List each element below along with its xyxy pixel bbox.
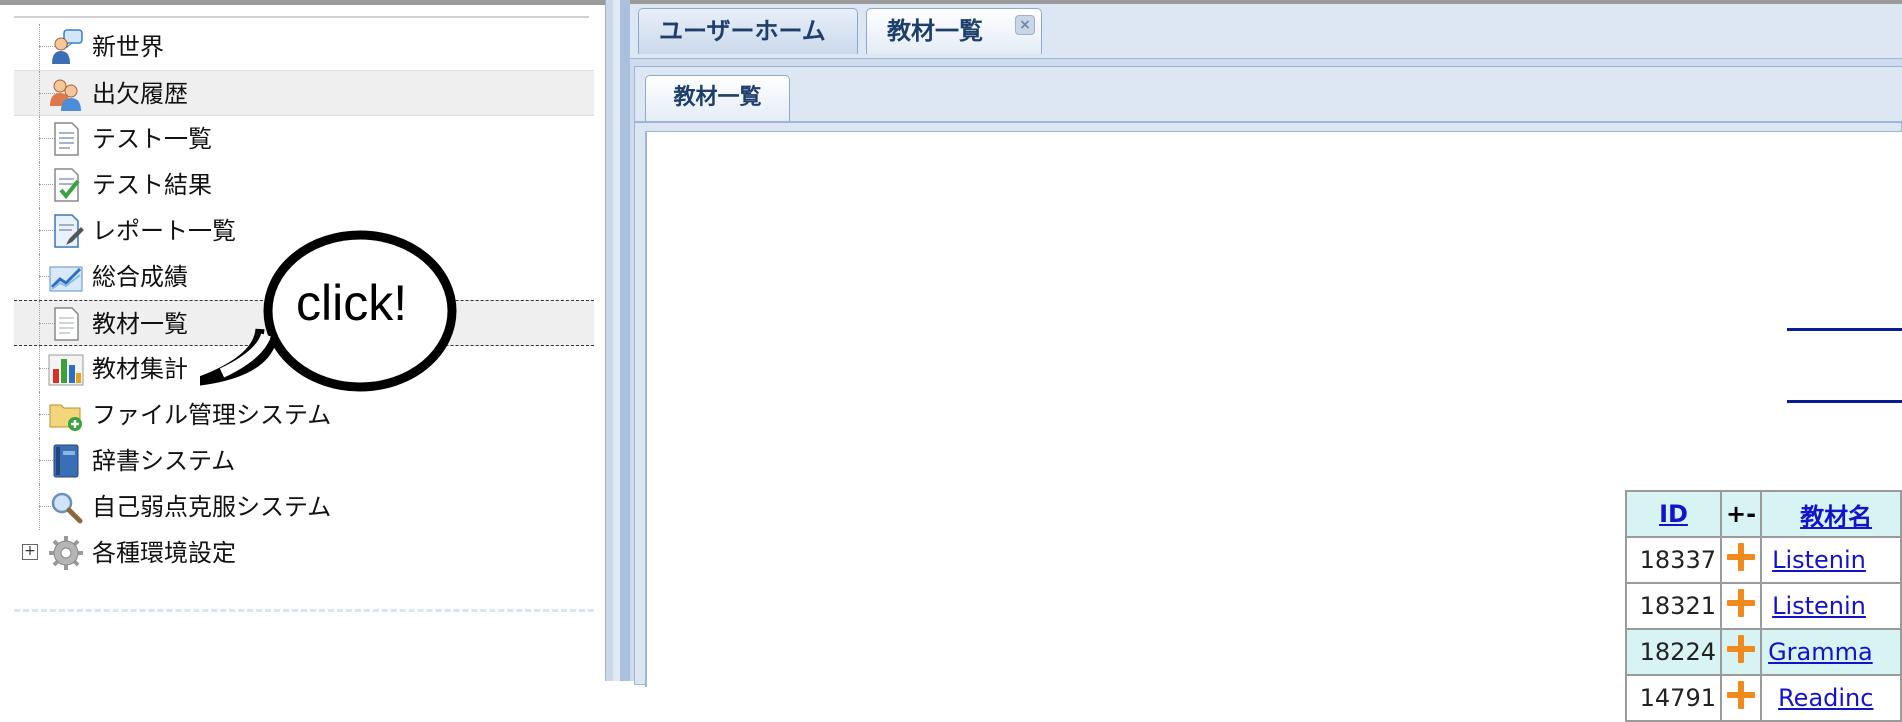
column-header-toggle: +- <box>1719 490 1763 538</box>
tab-label: ユーザーホーム <box>659 17 826 45</box>
table-header-row: ID +- 教材名 <box>1625 490 1902 538</box>
content-divider <box>1787 328 1902 331</box>
table-row: 18224 Gramma <box>1625 628 1902 676</box>
tree-item-label: 総合成績 <box>92 263 188 291</box>
tree-item-label: 新世界 <box>92 33 164 61</box>
tree-item-test-list[interactable]: テスト一覧 <box>14 116 594 162</box>
tree-item-label: 自己弱点克服システム <box>92 493 332 521</box>
panel-splitter-gap <box>613 0 620 681</box>
sort-name-link[interactable]: 教材名 <box>1800 503 1872 531</box>
tab-label: 教材一覧 <box>887 17 983 45</box>
folder-add-icon <box>48 397 84 433</box>
tab-material-list[interactable]: 教材一覧 × <box>866 8 1042 54</box>
column-header-material-name[interactable]: 教材名 <box>1760 490 1902 538</box>
tree-item-label: 辞書システム <box>92 447 236 475</box>
plus-icon[interactable] <box>1719 628 1763 676</box>
tree-connector <box>39 71 40 117</box>
column-header-id[interactable]: ID <box>1625 490 1722 538</box>
tree-connector <box>39 346 40 392</box>
table-row: 18337 Listenin <box>1625 536 1902 584</box>
material-name-link[interactable]: Listenin <box>1772 592 1866 620</box>
material-name-cell[interactable]: Listenin <box>1760 582 1902 630</box>
material-list-panel: 教材一覧 ID +- 教材名 18337 Listenin 18321 List… <box>634 66 1902 722</box>
tree-connector <box>39 392 40 438</box>
inner-tab-material-list[interactable]: 教材一覧 <box>645 75 790 121</box>
material-id: 18321 <box>1625 582 1722 630</box>
tree-connector <box>39 438 40 484</box>
document-icon <box>48 306 84 342</box>
gear-icon <box>48 535 84 571</box>
material-name-cell[interactable]: Readinc <box>1760 674 1902 722</box>
document-list-icon <box>48 121 84 157</box>
magnifier-icon <box>48 489 84 525</box>
plus-icon[interactable] <box>1719 582 1763 630</box>
tree-connector <box>39 484 40 530</box>
tree-connector <box>39 208 40 254</box>
tree-connector <box>39 24 40 70</box>
table-row: 18321 Listenin <box>1625 582 1902 630</box>
material-name-cell[interactable]: Gramma <box>1760 628 1902 676</box>
material-id: 14791 <box>1625 674 1722 722</box>
material-name-link[interactable]: Readinc <box>1778 684 1873 712</box>
tree-top-divider <box>14 16 589 18</box>
callout-text: click! <box>296 275 408 331</box>
user-chat-icon <box>48 29 84 65</box>
inner-tab-bar: 教材一覧 <box>635 67 1902 123</box>
outer-tab-bar: ユーザーホーム 教材一覧 × <box>630 4 1902 59</box>
tree-connector <box>39 301 40 347</box>
tab-label: 教材一覧 <box>673 85 762 110</box>
content-divider <box>1787 400 1902 403</box>
tree-item-attendance-history[interactable]: 出欠履歴 <box>14 70 594 117</box>
tree-item-label: 教材集計 <box>92 355 188 383</box>
plus-icon[interactable] <box>1719 536 1763 584</box>
tree-bottom-divider <box>14 609 594 612</box>
tree-item-test-results[interactable]: テスト結果 <box>14 162 594 208</box>
material-name-link[interactable]: Listenin <box>1772 546 1866 574</box>
tree-connector <box>39 162 40 208</box>
material-table: ID +- 教材名 18337 Listenin 18321 Listenin … <box>1625 490 1902 722</box>
tree-connector <box>39 254 40 300</box>
tree-item-label: 出欠履歴 <box>92 80 188 108</box>
tree-item-self-weakness-system[interactable]: 自己弱点克服システム <box>14 484 594 530</box>
document-check-icon <box>48 167 84 203</box>
tree-item-label: テスト一覧 <box>92 125 212 153</box>
tree-item-label: テスト結果 <box>92 171 212 199</box>
material-name-link[interactable]: Gramma <box>1768 638 1873 666</box>
material-id: 18224 <box>1625 628 1722 676</box>
document-edit-icon <box>48 213 84 249</box>
tree-connector <box>39 116 40 162</box>
plus-icon[interactable] <box>1719 674 1763 722</box>
sort-id-link[interactable]: ID <box>1659 500 1688 528</box>
tab-user-home[interactable]: ユーザーホーム <box>638 8 858 54</box>
bar-chart-icon <box>48 351 84 387</box>
close-icon[interactable]: × <box>1015 15 1035 35</box>
panel-splitter-edge <box>620 0 630 681</box>
tree-item-dictionary-system[interactable]: 辞書システム <box>14 438 594 484</box>
expand-toggle-icon[interactable]: + <box>22 544 38 560</box>
book-icon <box>48 443 84 479</box>
tree-item-label: 教材一覧 <box>92 310 188 338</box>
main-content-panel: ユーザーホーム 教材一覧 × 教材一覧 ID +- 教材名 18337 List… <box>630 0 1902 722</box>
tree-item-label: 各種環境設定 <box>92 539 236 567</box>
material-id: 18337 <box>1625 536 1722 584</box>
content-area: ID +- 教材名 18337 Listenin 18321 Listenin … <box>645 131 1902 722</box>
tree-item-new-world[interactable]: 新世界 <box>14 24 594 70</box>
material-name-cell[interactable]: Listenin <box>1760 536 1902 584</box>
users-icon <box>48 76 84 112</box>
tree-item-environment-settings[interactable]: + 各種環境設定 <box>14 530 594 576</box>
line-chart-icon <box>48 259 84 295</box>
table-row: 14791 Readinc <box>1625 674 1902 722</box>
